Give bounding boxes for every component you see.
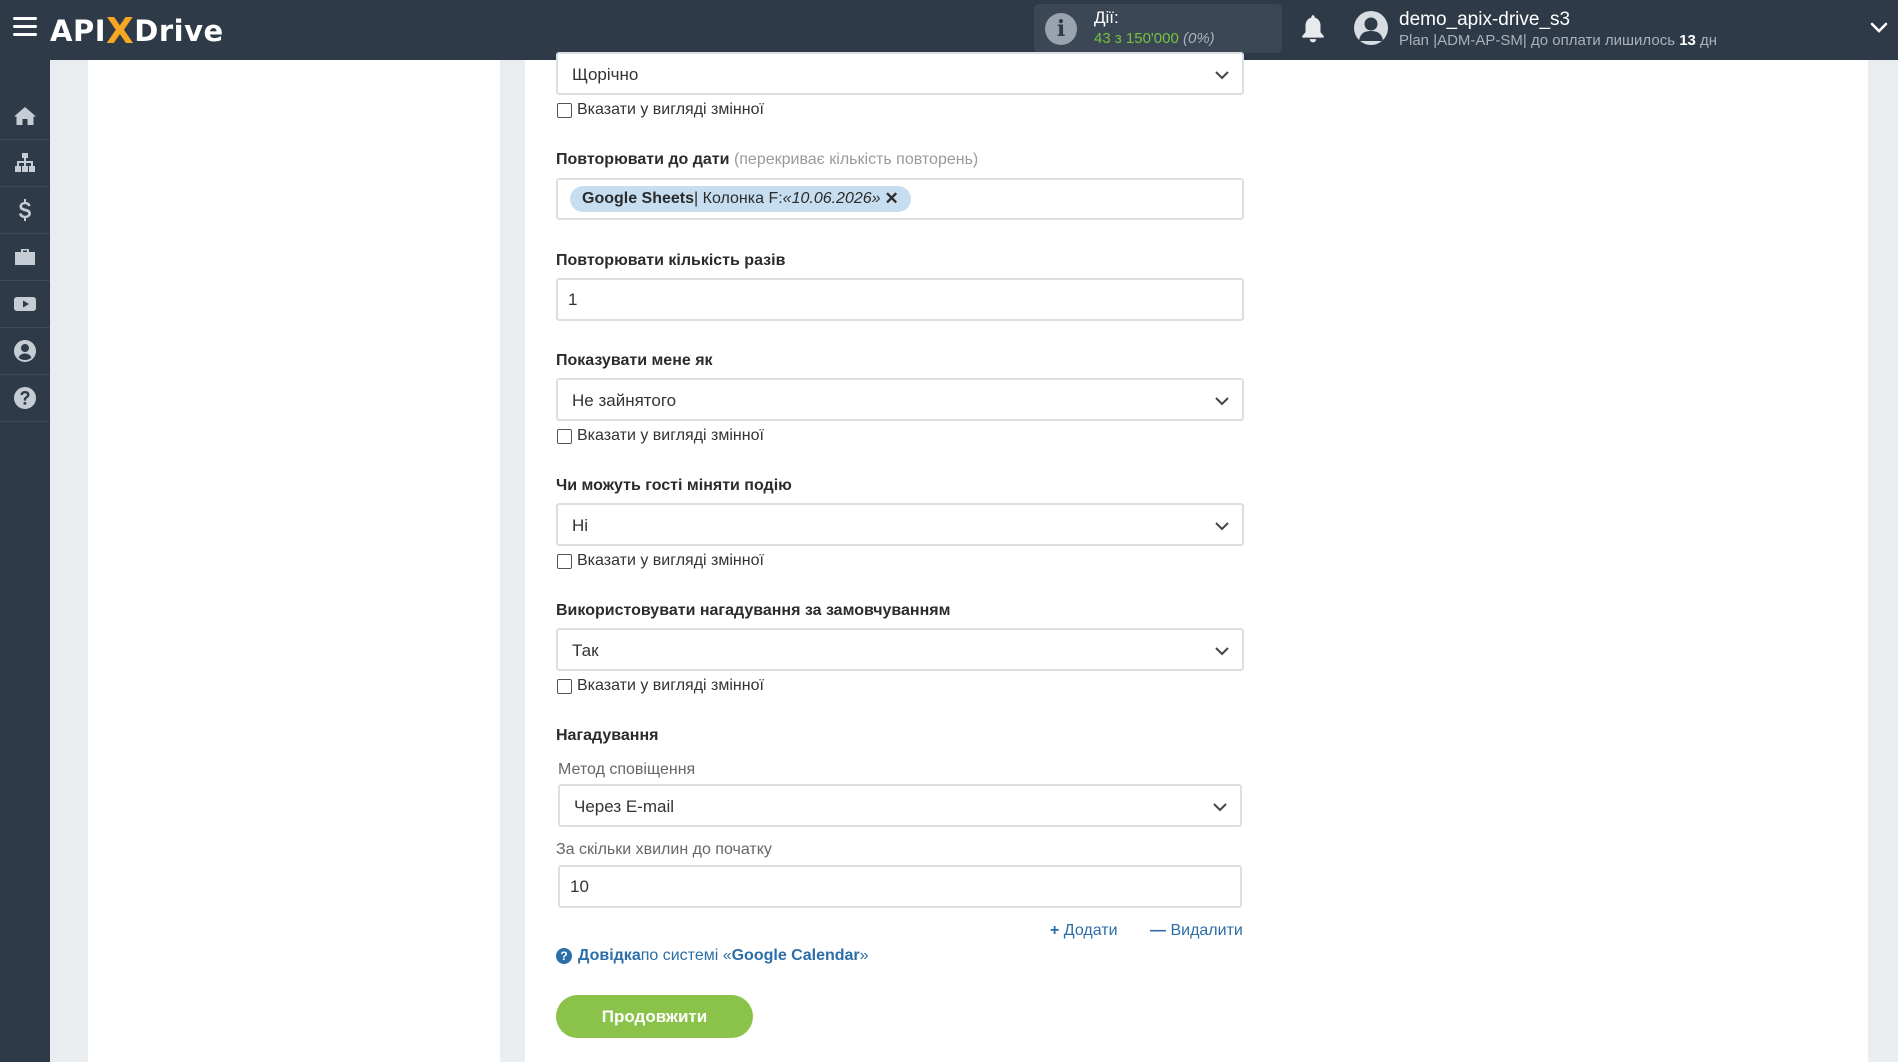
chevron-down-icon: [1215, 522, 1229, 531]
repeat-until-label: Повторювати до дати (перекриває кількіст…: [556, 151, 979, 168]
sidebar-item-connections[interactable]: [0, 140, 50, 187]
sidebar-item-projects[interactable]: [0, 234, 50, 281]
remove-tag-icon[interactable]: ✕: [885, 189, 899, 209]
show-me-as-value: Не зайнятого: [572, 391, 677, 410]
actions-count: 43 з 150'000 (0%): [1094, 30, 1215, 47]
reminders-label: Нагадування: [556, 727, 659, 744]
info-icon: i: [1045, 13, 1077, 45]
checkbox[interactable]: [557, 678, 572, 694]
sidebar-item-video[interactable]: [0, 281, 50, 328]
default-reminders-select[interactable]: Так: [556, 628, 1244, 671]
user-plan: Plan |ADM-AP-SM| до оплати лишилось 13 д…: [1399, 32, 1718, 49]
variable-tag: Google Sheets | Колонка F: «10.06.2026» ✕: [570, 186, 911, 212]
minus-icon: —: [1150, 922, 1166, 939]
help-icon: [14, 387, 37, 409]
guests-modify-value: Ні: [572, 516, 589, 535]
briefcase-icon: [15, 249, 35, 265]
sitemap-icon: [15, 153, 35, 172]
checkbox[interactable]: [557, 553, 572, 569]
show-me-as-variable-checkbox[interactable]: Вказати у вигляді змінної: [557, 427, 764, 445]
show-me-as-label: Показувати мене як: [556, 352, 713, 369]
notify-method-value: Через E-mail: [574, 797, 675, 816]
checkbox[interactable]: [557, 102, 572, 118]
question-icon: ?: [556, 948, 572, 964]
checkbox[interactable]: [557, 428, 572, 444]
sidebar: [0, 60, 50, 1062]
notify-method-select[interactable]: Через E-mail: [558, 784, 1242, 827]
left-panel: [88, 60, 500, 1062]
home-icon: [14, 107, 36, 125]
help-link[interactable]: ? Довідка по системі «Google Calendar»: [556, 947, 869, 965]
checkbox-label: Вказати у вигляді змінної: [577, 552, 764, 569]
notify-method-label: Метод сповіщення: [558, 761, 696, 778]
remove-reminder-link[interactable]: — Видалити: [1150, 922, 1243, 940]
top-bar: APIXDrive i Дії: 43 з 150'000 (0%) demo_…: [0, 0, 1898, 60]
show-me-as-select[interactable]: Не зайнятого: [556, 378, 1244, 421]
repeat-count-input[interactable]: [556, 278, 1244, 321]
chevron-down-icon[interactable]: [1870, 21, 1888, 35]
repeat-count-label: Повторювати кількість разів: [556, 252, 786, 269]
checkbox-label: Вказати у вигляді змінної: [577, 427, 764, 444]
guests-modify-select[interactable]: Ні: [556, 503, 1244, 546]
dollar-icon: [19, 199, 31, 221]
avatar[interactable]: [1354, 11, 1388, 45]
frequency-select[interactable]: Щорічно: [556, 52, 1244, 95]
actions-label: Дії:: [1094, 8, 1119, 27]
chevron-down-icon: [1215, 71, 1229, 80]
chevron-down-icon: [1213, 803, 1227, 812]
frequency-as-variable-checkbox[interactable]: Вказати у вигляді змінної: [557, 101, 764, 119]
minutes-before-label: За скільки хвилин до початку: [556, 841, 772, 858]
user-name[interactable]: demo_apix-drive_s3: [1399, 9, 1570, 31]
default-reminders-value: Так: [572, 641, 599, 660]
default-reminders-label: Використовувати нагадування за замовчува…: [556, 602, 951, 619]
actions-counter: i Дії: 43 з 150'000 (0%): [1034, 4, 1282, 53]
frequency-value: Щорічно: [572, 65, 639, 84]
logo[interactable]: APIXDrive: [50, 10, 224, 52]
chevron-down-icon: [1215, 397, 1229, 406]
sidebar-item-home[interactable]: [0, 93, 50, 140]
plus-icon: +: [1050, 922, 1060, 939]
menu-icon[interactable]: [13, 17, 37, 37]
bell-icon[interactable]: [1300, 14, 1326, 44]
youtube-icon: [14, 297, 36, 311]
guests-modify-variable-checkbox[interactable]: Вказати у вигляді змінної: [557, 552, 764, 570]
guests-modify-label: Чи можуть гості міняти подію: [556, 477, 792, 494]
checkbox-label: Вказати у вигляді змінної: [577, 101, 764, 118]
repeat-until-field[interactable]: Google Sheets | Колонка F: «10.06.2026» ✕: [556, 178, 1244, 220]
sidebar-item-billing[interactable]: [0, 187, 50, 234]
sidebar-item-account[interactable]: [0, 328, 50, 375]
default-reminders-variable-checkbox[interactable]: Вказати у вигляді змінної: [557, 677, 764, 695]
minutes-before-input[interactable]: [558, 865, 1242, 908]
checkbox-label: Вказати у вигляді змінної: [577, 677, 764, 694]
add-reminder-link[interactable]: + Додати: [1050, 922, 1118, 940]
user-icon: [14, 340, 37, 362]
sidebar-item-help[interactable]: [0, 375, 50, 422]
continue-button[interactable]: Продовжити: [556, 995, 753, 1038]
chevron-down-icon: [1215, 647, 1229, 656]
